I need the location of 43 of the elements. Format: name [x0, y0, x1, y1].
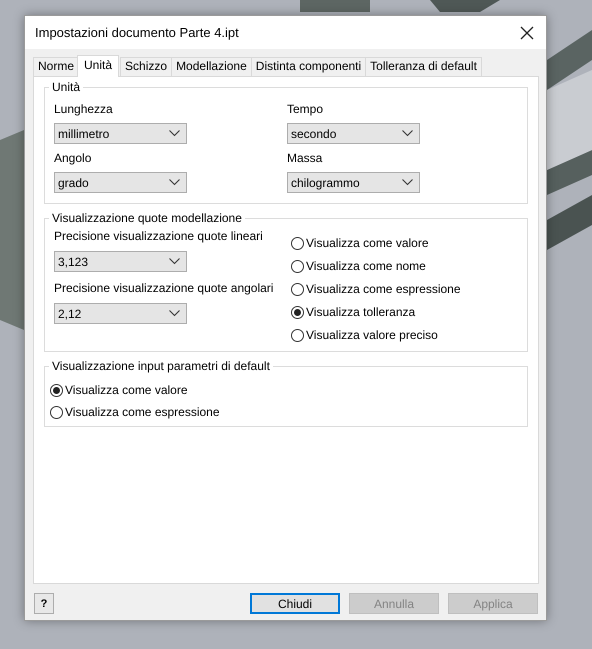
tab[interactable]: Unità [77, 55, 120, 77]
field-label: Lunghezza [54, 102, 114, 116]
field-label: Angolo [54, 151, 92, 165]
radio-button[interactable] [291, 260, 304, 272]
dropdown[interactable]: 2,12 [54, 303, 187, 324]
help-button[interactable]: ? [34, 593, 54, 614]
tab[interactable]: Schizzo [120, 57, 172, 76]
radio-button[interactable] [291, 236, 304, 250]
dropdown[interactable]: chilogrammo [287, 172, 420, 193]
group-title: Visualizzazione input parametri di default [49, 359, 273, 373]
radio-label[interactable]: Visualizza tolleranza [306, 305, 416, 319]
radio-label[interactable]: Visualizza come espressione [65, 405, 220, 419]
tab[interactable]: Norme [33, 57, 80, 76]
dropdown[interactable]: millimetro [54, 123, 187, 144]
dialog-button[interactable]: Chiudi [250, 593, 340, 614]
dropdown[interactable]: grado [54, 172, 187, 193]
chevron-down-icon [402, 130, 413, 137]
dropdown[interactable]: secondo [287, 123, 420, 144]
chevron-down-icon [169, 258, 180, 265]
radio-label[interactable]: Visualizza come nome [306, 259, 426, 273]
chevron-down-icon [402, 179, 413, 186]
radio-button[interactable] [291, 328, 304, 342]
chevron-down-icon [169, 179, 180, 186]
radio-button[interactable] [50, 384, 63, 396]
radio-button[interactable] [50, 406, 63, 418]
group-title: Unità [49, 80, 84, 94]
field-label: Precisione visualizzazione quote lineari [54, 229, 264, 243]
field-label: Precisione visualizzazione quote angolari [54, 281, 274, 295]
dropdown[interactable]: 3,123 [54, 251, 187, 272]
radio-button[interactable] [291, 306, 304, 318]
window-title: Impostazioni documento Parte 4.ipt [35, 25, 239, 40]
radio-button[interactable] [291, 282, 304, 296]
field-label: Tempo [287, 102, 324, 116]
chevron-down-icon [169, 310, 180, 317]
close-icon[interactable] [520, 26, 534, 40]
radio-label[interactable]: Visualizza come valore [306, 236, 429, 250]
field-label: Massa [287, 151, 324, 165]
radio-label[interactable]: Visualizza valore preciso [306, 328, 438, 342]
group-title: Visualizzazione quote modellazione [49, 211, 245, 225]
radio-label[interactable]: Visualizza come valore [65, 383, 188, 397]
chevron-down-icon [169, 130, 180, 137]
radio-label[interactable]: Visualizza come espressione [306, 282, 461, 296]
tab[interactable]: Tolleranza di default [365, 57, 482, 76]
